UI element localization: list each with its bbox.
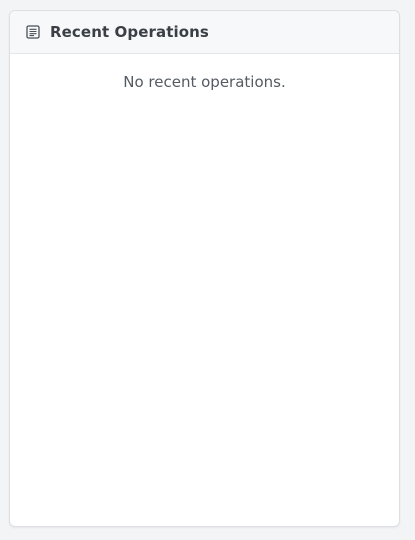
panel-title: Recent Operations xyxy=(50,23,209,41)
card-body: No recent operations. xyxy=(10,54,399,91)
card-header: Recent Operations xyxy=(10,11,399,54)
list-document-icon xyxy=(26,25,40,39)
empty-state-message: No recent operations. xyxy=(123,73,286,91)
recent-operations-card: Recent Operations No recent operations. xyxy=(9,10,400,527)
